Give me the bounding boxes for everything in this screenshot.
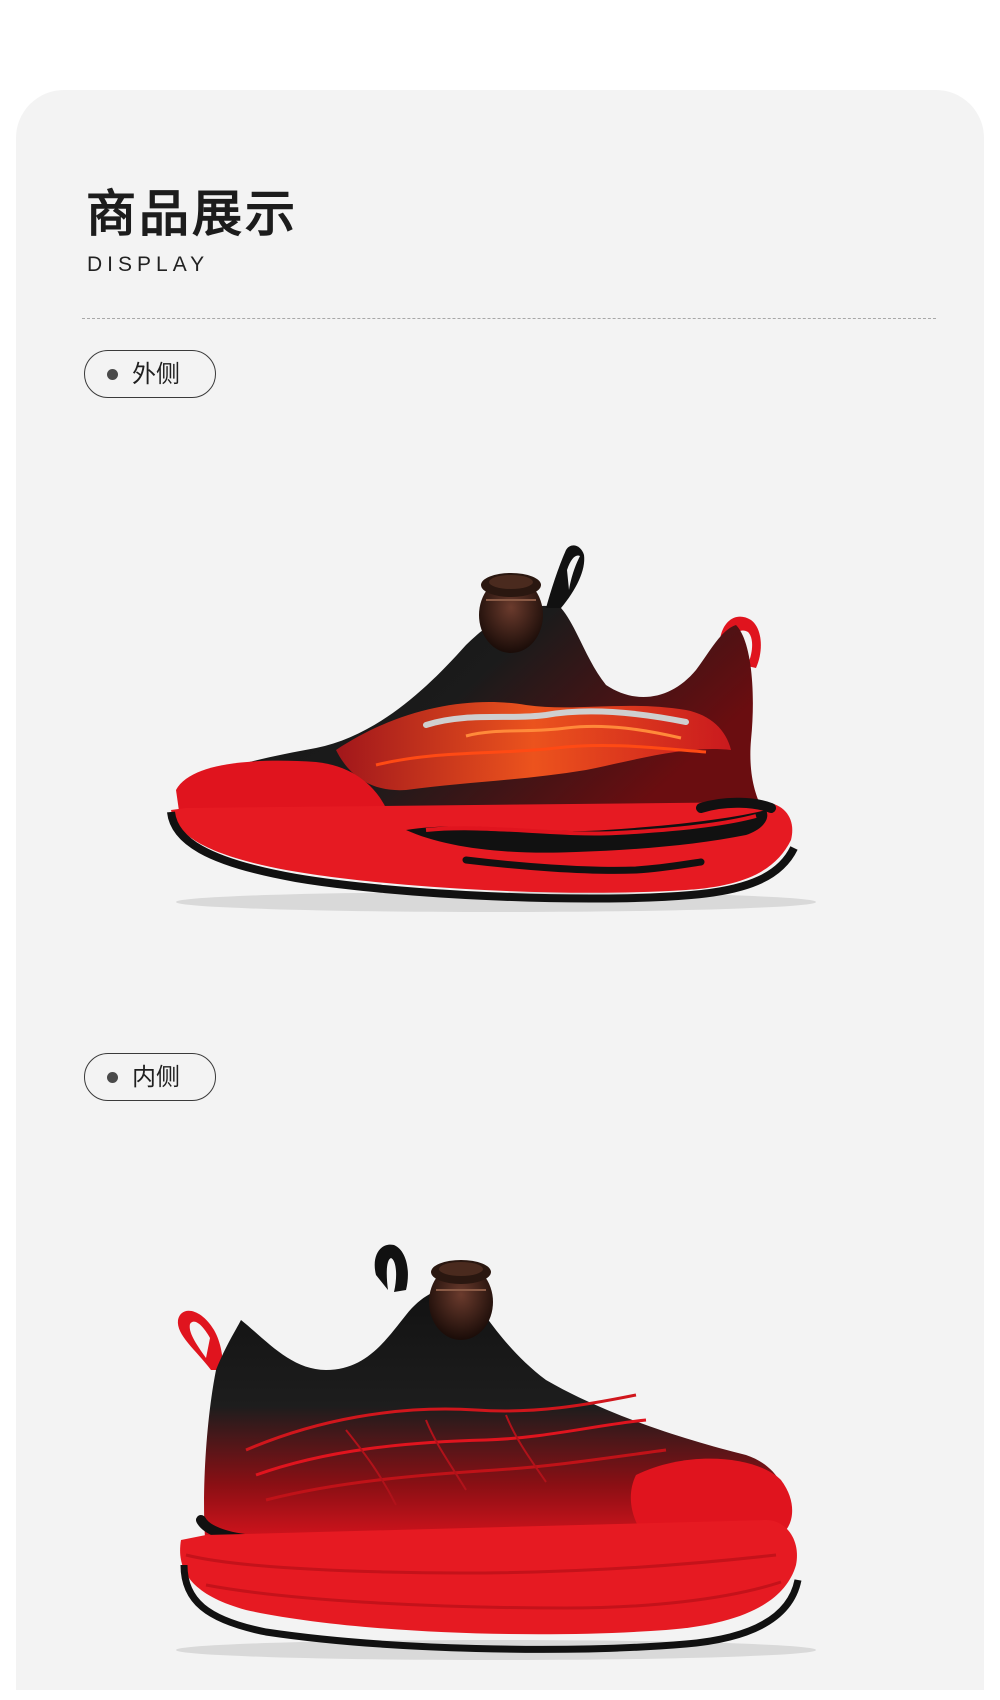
section-title: 商品展示 <box>86 185 298 243</box>
view-tag-lateral: 外侧 <box>84 350 216 398</box>
shoe-medial-image <box>176 1244 816 1660</box>
display-card: 商品展示 DISPLAY 外侧 内侧 <box>16 90 984 1690</box>
boa-dial-icon <box>429 1260 493 1340</box>
view-tag-label: 内侧 <box>132 1063 180 1091</box>
view-tag-label: 外侧 <box>132 360 180 388</box>
section-subtitle: DISPLAY <box>87 253 210 276</box>
boa-dial-icon <box>479 573 543 653</box>
dashed-divider <box>82 318 936 319</box>
view-tag-medial: 内侧 <box>84 1053 216 1101</box>
bullet-dot-icon <box>107 1071 118 1083</box>
bullet-dot-icon <box>107 368 118 380</box>
shoe-lateral-image <box>167 545 816 912</box>
